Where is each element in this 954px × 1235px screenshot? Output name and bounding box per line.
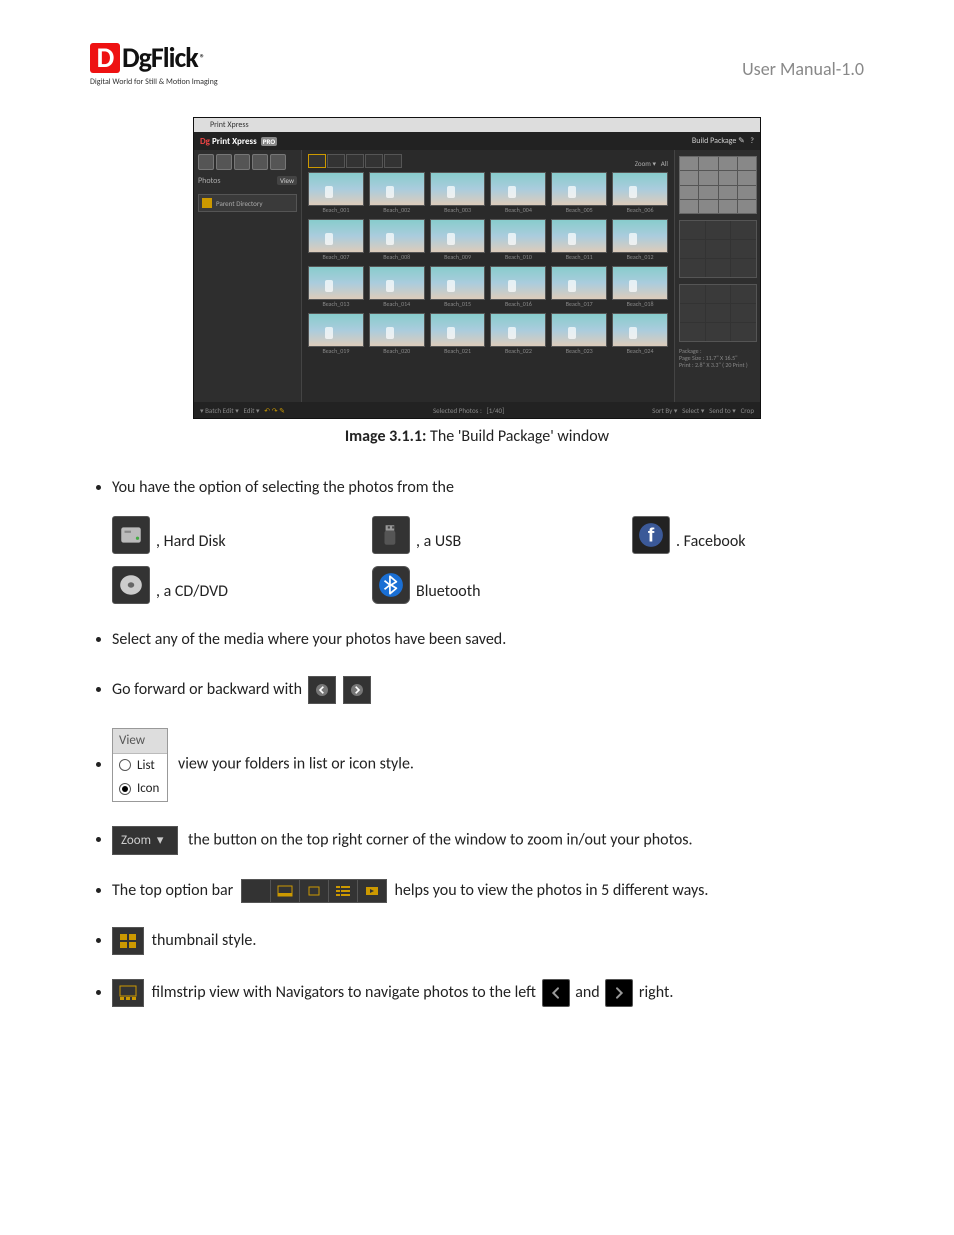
logo-d-icon: D	[90, 43, 120, 73]
source-cddvd: , a CD/DVD	[112, 566, 372, 604]
harddisk-icon	[112, 516, 150, 554]
zoom-button: Zoom ▾	[112, 826, 178, 856]
thumb-grid: Beach_001 Beach_002 Beach_003 Beach_004 …	[308, 172, 668, 355]
bullet-thumbnail-style: thumbnail style.	[112, 927, 864, 955]
nav-left-icon	[542, 979, 570, 1007]
cddvd-icon	[112, 566, 150, 604]
logo-text: DgFlick	[122, 40, 198, 75]
right-panel: Package : Page Size : 11.7" X 16.5" Prin…	[674, 150, 760, 402]
view-option-bar	[241, 879, 387, 903]
bluetooth-icon	[372, 566, 410, 604]
left-panel: PhotosView Parent Directory	[194, 150, 302, 402]
bullet-nav: Go forward or backward with	[112, 676, 864, 704]
forward-icon	[343, 676, 371, 704]
source-bluetooth: Bluetooth	[372, 566, 632, 604]
filmstrip-icon	[112, 979, 144, 1007]
bottom-bar: ▾ Batch Edit ▾ Edit ▾ ↶ ↷ ✎ Selected Pho…	[194, 402, 760, 418]
window-titlebar: Print Xpress	[194, 118, 760, 132]
back-icon	[308, 676, 336, 704]
thumbnail-area: Zoom ▾ All Beach_001 Beach_002 Beach_003…	[302, 150, 674, 402]
bullet-topbar: The top option bar helps you to view the…	[112, 879, 864, 903]
app-topbar: Dg Print Xpress PRO Build Package ✎ ?	[194, 132, 760, 150]
source-usb: , a USB	[372, 516, 632, 554]
svg-text:f: f	[648, 525, 655, 547]
bullet-select-source: You have the option of selecting the pho…	[112, 476, 864, 604]
bullet-zoom: Zoom ▾ the button on the top right corne…	[112, 826, 864, 856]
bullet-select-media: Select any of the media where your photo…	[112, 628, 864, 652]
view-dropdown: View List Icon	[112, 728, 168, 802]
source-icons	[198, 154, 297, 170]
usb-icon	[372, 516, 410, 554]
parent-directory: Parent Directory	[198, 194, 297, 212]
build-package-screenshot: Print Xpress Dg Print Xpress PRO Build P…	[193, 117, 761, 419]
figure-caption: Image 3.1.1: The 'Build Package' window	[90, 427, 864, 446]
source-facebook: f . Facebook	[632, 516, 864, 554]
logo: D DgFlick ® Digital World for Still & Mo…	[90, 40, 218, 87]
logo-tagline: Digital World for Still & Motion Imaging	[90, 77, 218, 87]
nav-right-icon	[605, 979, 633, 1007]
header-right: User Manual-1.0	[742, 58, 864, 80]
source-harddisk: , Hard Disk	[112, 516, 372, 554]
facebook-icon: f	[632, 516, 670, 554]
instruction-list: You have the option of selecting the pho…	[90, 476, 864, 1007]
page-header: D DgFlick ® Digital World for Still & Mo…	[90, 40, 864, 87]
bullet-view-style: View List Icon view your folders in list…	[112, 728, 864, 802]
bullet-filmstrip: filmstrip view with Navigators to naviga…	[112, 979, 864, 1007]
thumbnail-style-icon	[112, 927, 144, 955]
